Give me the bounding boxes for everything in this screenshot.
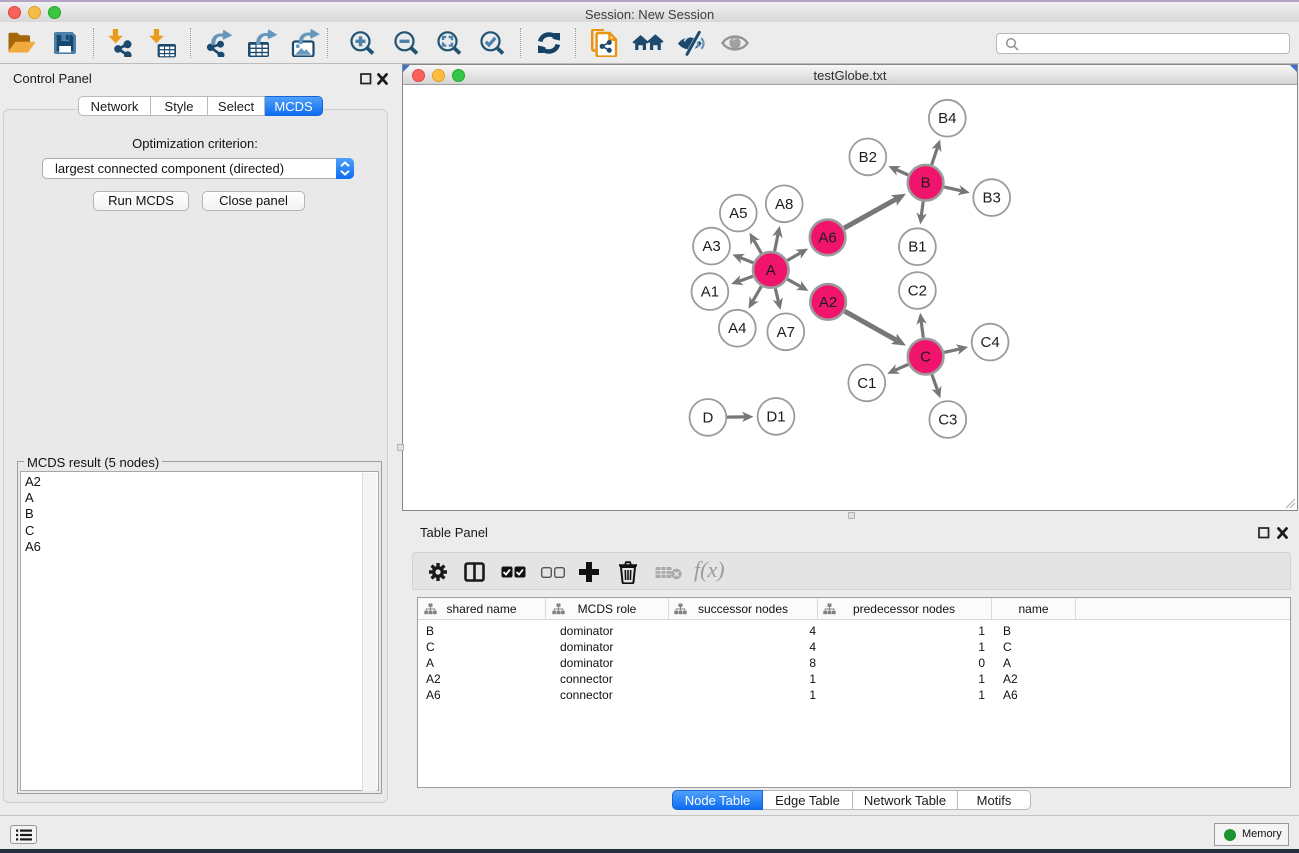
svg-text:A6: A6 xyxy=(818,229,836,246)
svg-text:C4: C4 xyxy=(981,334,1000,351)
svg-text:C3: C3 xyxy=(938,412,957,429)
svg-text:A3: A3 xyxy=(702,238,720,255)
svg-text:B: B xyxy=(921,175,931,192)
svg-text:B3: B3 xyxy=(983,190,1001,207)
svg-text:A7: A7 xyxy=(777,324,795,341)
svg-text:A8: A8 xyxy=(775,196,793,213)
svg-text:C2: C2 xyxy=(908,283,927,300)
svg-text:B2: B2 xyxy=(859,149,877,166)
svg-text:A5: A5 xyxy=(729,205,747,222)
svg-text:C: C xyxy=(920,349,931,366)
svg-text:D: D xyxy=(702,409,713,426)
svg-text:A1: A1 xyxy=(701,284,719,301)
svg-text:A2: A2 xyxy=(819,294,837,311)
svg-text:C1: C1 xyxy=(857,375,876,392)
svg-text:B1: B1 xyxy=(908,239,926,256)
svg-text:A: A xyxy=(766,262,776,279)
svg-text:D1: D1 xyxy=(766,408,785,425)
svg-text:A4: A4 xyxy=(728,320,746,337)
svg-text:B4: B4 xyxy=(938,110,956,127)
